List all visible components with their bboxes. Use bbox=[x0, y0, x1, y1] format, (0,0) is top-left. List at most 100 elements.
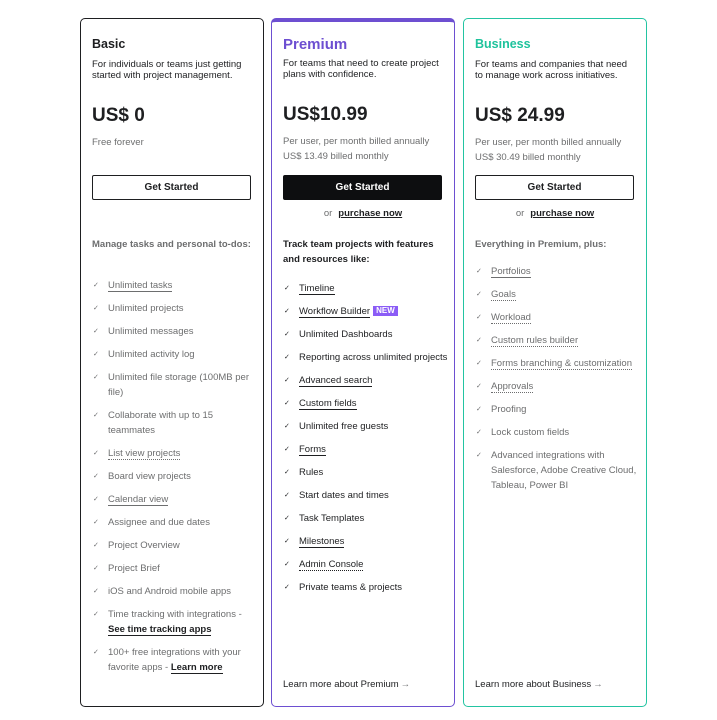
feature-inline-link[interactable]: See time tracking apps bbox=[108, 624, 212, 636]
features-intro: Manage tasks and personal to-dos: bbox=[92, 239, 251, 250]
feature-item: ✓ Milestones bbox=[283, 534, 448, 549]
check-icon: ✓ bbox=[93, 374, 99, 381]
feature-text: Lock custom fields bbox=[491, 427, 570, 438]
feature-text[interactable]: Advanced search bbox=[299, 375, 373, 387]
check-icon: ✓ bbox=[284, 377, 290, 384]
feature-text[interactable]: Goals bbox=[491, 289, 516, 301]
check-icon: ✓ bbox=[93, 282, 99, 289]
feature-item: ✓ Unlimited projects bbox=[92, 301, 257, 316]
feature-text[interactable]: Custom fields bbox=[299, 398, 357, 410]
learn-more-label: Learn more about Premium bbox=[283, 679, 399, 690]
feature-text: Advanced integrations with Salesforce, A… bbox=[491, 450, 637, 491]
feature-text[interactable]: List view projects bbox=[108, 448, 181, 460]
feature-item: ✓ Custom fields bbox=[283, 396, 448, 411]
check-icon: ✓ bbox=[93, 649, 99, 656]
feature-text[interactable]: Forms branching & customization bbox=[491, 358, 632, 370]
or-purchase-line: or purchase now bbox=[272, 208, 454, 219]
feature-text: Reporting across unlimited projects bbox=[299, 352, 448, 363]
features-intro: Everything in Premium, plus: bbox=[475, 239, 607, 250]
feature-item: ✓ Time tracking with integrations - See t… bbox=[92, 607, 257, 637]
price-note: Per user, per month billed annually US$ … bbox=[283, 134, 448, 164]
purchase-now-link[interactable]: purchase now bbox=[530, 208, 594, 219]
get-started-button[interactable]: Get Started bbox=[283, 175, 442, 200]
feature-item: ✓ Approvals bbox=[475, 379, 640, 394]
feature-text: Unlimited activity log bbox=[108, 349, 195, 360]
feature-item: ✓ 100+ free integrations with your favori… bbox=[92, 645, 257, 675]
feature-text[interactable]: Milestones bbox=[299, 536, 345, 548]
check-icon: ✓ bbox=[284, 354, 290, 361]
feature-text[interactable]: Workload bbox=[491, 312, 531, 324]
check-icon: ✓ bbox=[93, 542, 99, 549]
arrow-right-icon: → bbox=[593, 679, 603, 690]
feature-inline-link[interactable]: Learn more bbox=[170, 662, 223, 674]
feature-item: ✓ Reporting across unlimited projects bbox=[283, 350, 448, 365]
feature-text: Start dates and times bbox=[299, 490, 389, 501]
feature-text: Collaborate with up to 15 teammates bbox=[108, 410, 214, 436]
check-icon: ✓ bbox=[476, 337, 482, 344]
check-icon: ✓ bbox=[284, 423, 290, 430]
feature-text: Unlimited messages bbox=[108, 326, 194, 337]
learn-more-business-link[interactable]: Learn more about Business → bbox=[475, 679, 603, 690]
feature-item: ✓ Workflow Builder NEW bbox=[283, 304, 448, 319]
arrow-right-icon: → bbox=[400, 679, 411, 690]
feature-item: ✓ Advanced integrations with Salesforce, … bbox=[475, 448, 640, 493]
feature-text: Project Overview bbox=[108, 540, 180, 551]
check-icon: ✓ bbox=[93, 611, 99, 618]
feature-text[interactable]: Approvals bbox=[491, 381, 534, 393]
feature-item: ✓ Proofing bbox=[475, 402, 640, 417]
plan-name: Basic bbox=[92, 37, 126, 51]
check-icon: ✓ bbox=[93, 305, 99, 312]
check-icon: ✓ bbox=[284, 584, 290, 591]
check-icon: ✓ bbox=[284, 446, 290, 453]
get-started-button[interactable]: Get Started bbox=[475, 175, 634, 200]
check-icon: ✓ bbox=[93, 496, 99, 503]
check-icon: ✓ bbox=[93, 351, 99, 358]
plan-description: For individuals or teams just getting st… bbox=[92, 59, 242, 81]
feature-item: ✓ Admin Console bbox=[283, 557, 448, 572]
feature-item: ✓ Custom rules builder bbox=[475, 333, 640, 348]
feature-item: ✓ Start dates and times bbox=[283, 488, 448, 503]
price-note: Per user, per month billed annually US$ … bbox=[475, 135, 640, 165]
feature-item: ✓ Rules bbox=[283, 465, 448, 480]
feature-text: Assignee and due dates bbox=[108, 517, 210, 528]
check-icon: ✓ bbox=[284, 492, 290, 499]
feature-item: ✓ Collaborate with up to 15 teammates bbox=[92, 408, 257, 438]
feature-item: ✓ Private teams & projects bbox=[283, 580, 448, 595]
feature-item: ✓ Assignee and due dates bbox=[92, 515, 257, 530]
feature-text[interactable]: Custom rules builder bbox=[491, 335, 579, 347]
check-icon: ✓ bbox=[93, 565, 99, 572]
learn-more-premium-link[interactable]: Learn more about Premium → bbox=[283, 679, 410, 690]
check-icon: ✓ bbox=[93, 450, 99, 457]
feature-text[interactable]: Unlimited tasks bbox=[108, 280, 173, 292]
check-icon: ✓ bbox=[284, 285, 290, 292]
feature-item: ✓ Task Templates bbox=[283, 511, 448, 526]
feature-item: ✓ Goals bbox=[475, 287, 640, 302]
check-icon: ✓ bbox=[476, 429, 482, 436]
feature-text[interactable]: Forms bbox=[299, 444, 326, 456]
feature-item: ✓ Advanced search bbox=[283, 373, 448, 388]
get-started-button[interactable]: Get Started bbox=[92, 175, 251, 200]
check-icon: ✓ bbox=[476, 291, 482, 298]
purchase-now-link[interactable]: purchase now bbox=[338, 208, 402, 219]
feature-text: Board view projects bbox=[108, 471, 191, 482]
plan-name: Premium bbox=[283, 36, 348, 53]
feature-item: ✓ Project Brief bbox=[92, 561, 257, 576]
feature-text[interactable]: Calendar view bbox=[108, 494, 169, 506]
feature-item: ✓ Unlimited Dashboards bbox=[283, 327, 448, 342]
feature-text[interactable]: Timeline bbox=[299, 283, 335, 295]
plan-price: US$ 0 bbox=[92, 105, 145, 126]
feature-text: Unlimited file storage (100MB per file) bbox=[108, 372, 249, 398]
feature-text[interactable]: Workflow Builder bbox=[299, 306, 371, 318]
feature-item: ✓ Unlimited messages bbox=[92, 324, 257, 339]
feature-text[interactable]: Admin Console bbox=[299, 559, 364, 571]
features-intro: Track team projects with features and re… bbox=[283, 239, 434, 265]
feature-item: ✓ iOS and Android mobile apps bbox=[92, 584, 257, 599]
check-icon: ✓ bbox=[93, 588, 99, 595]
feature-item: ✓ Project Overview bbox=[92, 538, 257, 553]
check-icon: ✓ bbox=[284, 538, 290, 545]
or-text: or bbox=[323, 208, 333, 219]
feature-list: ✓ Portfolios ✓ Goals ✓ Workload ✓ Custom rules … bbox=[475, 264, 640, 501]
feature-item: ✓ Board view projects bbox=[92, 469, 257, 484]
feature-text[interactable]: Portfolios bbox=[491, 266, 531, 278]
plan-card-premium: Premium For teams that need to create pr… bbox=[271, 18, 455, 707]
